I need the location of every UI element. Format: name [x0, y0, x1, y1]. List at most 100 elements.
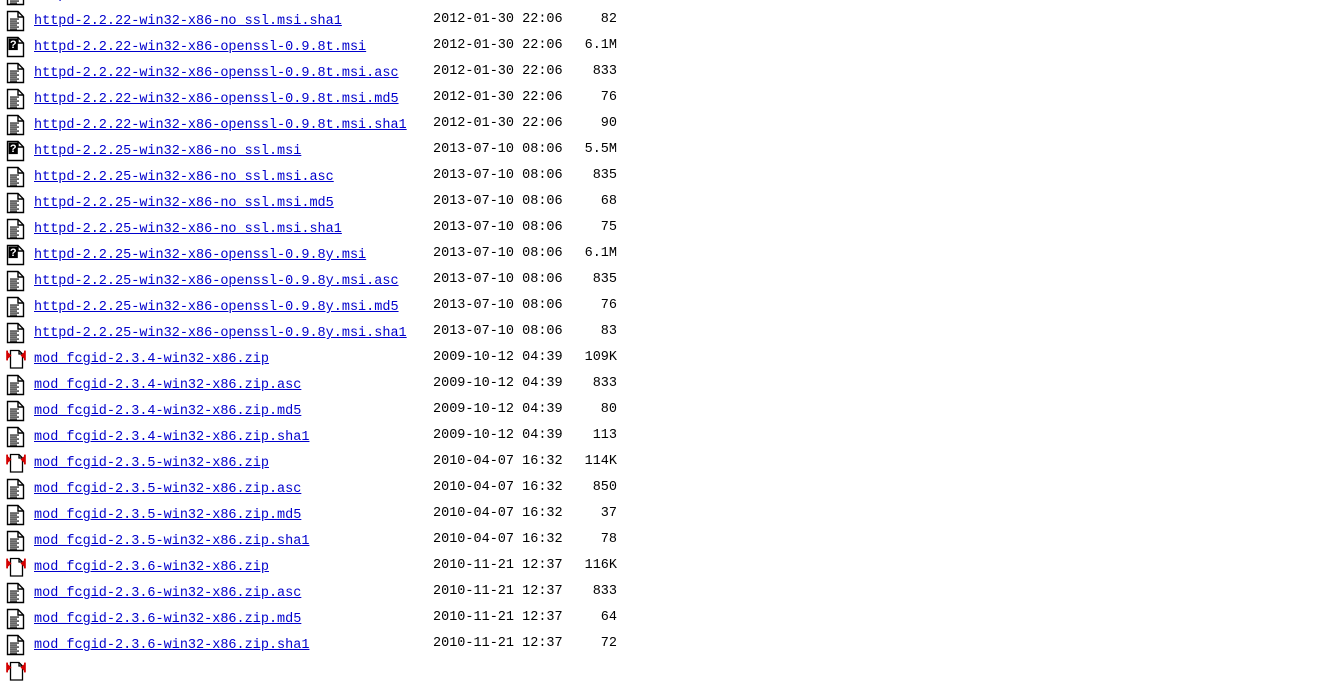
text-file-icon — [6, 192, 26, 214]
file-name-link[interactable]: mod_fcgid-2.3.5-win32-x86.zip.asc — [34, 482, 301, 497]
text-file-icon — [6, 374, 26, 396]
file-size-cell: 109K — [584, 350, 617, 365]
last-modified-cell: 2009-10-12 04:39 — [433, 350, 563, 365]
file-name-link[interactable]: mod_fcgid-2.3.4-win32-x86.zip — [34, 352, 269, 367]
last-modified-cell: 2010-11-21 12:37 — [433, 558, 563, 573]
file-size-cell: 835 — [592, 272, 617, 287]
file-name-link[interactable]: mod_fcgid-2.3.6-win32-x86.zip — [34, 560, 269, 575]
file-name-link[interactable]: httpd-2.2.25-win32-x86-openssl-0.9.8y.ms… — [34, 326, 407, 341]
file-name-link[interactable]: httpd-2.2.22-win32-x86-no_ssl.msi.sha1 — [34, 14, 342, 29]
text-file-icon — [6, 426, 26, 448]
file-size-cell: 114K — [584, 454, 617, 469]
text-file-icon — [6, 400, 26, 422]
compressed-archive-icon — [6, 452, 26, 474]
file-name-cell: mod_fcgid-2.3.5-win32-x86.zip.sha1 — [34, 527, 309, 553]
listing-row: mod_fcgid-2.3.4-win32-x86.zip.asc 2009-10… — [0, 371, 1343, 397]
file-size-cell: 72 — [600, 636, 617, 651]
file-size-cell: 833 — [592, 376, 617, 391]
file-name-link[interactable]: mod_fcgid-2.3.4-win32-x86.zip.asc — [34, 378, 301, 393]
listing-row: httpd-2.2.22-win32-x86-openssl-0.9.8t.ms… — [0, 85, 1343, 111]
file-name-cell: httpd-2.2.25-win32-x86-no_ssl.msi — [34, 137, 301, 163]
file-name-link[interactable]: mod_fcgid-2.3.5-win32-x86.zip.md5 — [34, 508, 301, 523]
file-name-link[interactable]: httpd-2.2.22-win32-x86-openssl-0.9.8t.ms… — [34, 66, 399, 81]
file-name-link[interactable]: httpd-2.2.25-win32-x86-no_ssl.msi.md5 — [34, 196, 334, 211]
listing-row: httpd-2.2.22-win32-x86-no_ssl.msi.md5 201… — [0, 0, 1343, 7]
file-name-cell: mod_fcgid-2.3.5-win32-x86.zip.md5 — [34, 501, 301, 527]
last-modified-cell: 2013-07-10 08:06 — [433, 142, 563, 157]
file-size-cell: 835 — [592, 168, 617, 183]
file-size-cell: 76 — [600, 90, 617, 105]
listing-row: mod_fcgid-2.3.4-win32-x86.zip 2009-10-12 … — [0, 345, 1343, 371]
file-size-cell: 850 — [592, 480, 617, 495]
file-name-link[interactable]: mod_fcgid-2.3.5-win32-x86.zip.sha1 — [34, 534, 309, 549]
listing-row: mod_fcgid-2.3.4-win32-x86.zip.md5 2009-10… — [0, 397, 1343, 423]
file-size-cell: 37 — [600, 506, 617, 521]
file-name-cell: httpd-2.2.25-win32-x86-openssl-0.9.8y.ms… — [34, 293, 399, 319]
compressed-archive-icon — [6, 348, 26, 370]
file-name-link[interactable]: httpd-2.2.25-win32-x86-openssl-0.9.8y.ms… — [34, 300, 399, 315]
svg-text:?: ? — [10, 39, 17, 51]
listing-row: ? httpd-2.2.22-win32-x86-openssl-0.9.8t.m… — [0, 33, 1343, 59]
file-name-cell: httpd-2.2.25-win32-x86-no_ssl.msi.sha1 — [34, 215, 342, 241]
listing-row: httpd-2.2.25-win32-x86-openssl-0.9.8y.ms… — [0, 267, 1343, 293]
file-name-cell: httpd-2.2.22-win32-x86-openssl-0.9.8t.ms… — [34, 59, 399, 85]
file-name-cell: httpd-2.2.22-win32-x86-no_ssl.msi.md5 — [34, 0, 334, 7]
file-name-cell: httpd-2.2.25-win32-x86-openssl-0.9.8y.ms… — [34, 241, 366, 267]
file-size-cell: 6.1M — [584, 246, 617, 261]
file-name-link[interactable]: mod_fcgid-2.3.6-win32-x86.zip.asc — [34, 586, 301, 601]
last-modified-cell: 2010-11-21 12:37 — [433, 636, 563, 651]
listing-row: httpd-2.2.22-win32-x86-no_ssl.msi.sha1 20… — [0, 7, 1343, 33]
file-name-link[interactable]: httpd-2.2.25-win32-x86-openssl-0.9.8y.ms… — [34, 248, 366, 263]
text-file-icon — [6, 296, 26, 318]
file-name-cell: mod_fcgid-2.3.6-win32-x86.zip.md5 — [34, 605, 301, 631]
text-file-icon — [6, 62, 26, 84]
last-modified-cell: 2012-01-30 22:06 — [433, 116, 563, 131]
file-size-cell: 833 — [592, 64, 617, 79]
listing-row: httpd-2.2.25-win32-x86-no_ssl.msi.md5 201… — [0, 189, 1343, 215]
file-name-cell: mod_fcgid-2.3.6-win32-x86.zip.sha1 — [34, 631, 309, 657]
text-file-icon — [6, 582, 26, 604]
file-name-link[interactable]: httpd-2.2.25-win32-x86-no_ssl.msi.asc — [34, 170, 334, 185]
unknown-file-icon: ? — [6, 140, 26, 162]
listing-row: ? httpd-2.2.25-win32-x86-openssl-0.9.8y.m… — [0, 241, 1343, 267]
file-name-link[interactable]: httpd-2.2.22-win32-x86-no_ssl.msi.md5 — [34, 0, 334, 3]
file-name-link[interactable]: httpd-2.2.22-win32-x86-openssl-0.9.8t.ms… — [34, 40, 366, 55]
file-name-link[interactable]: mod_fcgid-2.3.5-win32-x86.zip — [34, 456, 269, 471]
text-file-icon — [6, 0, 26, 6]
last-modified-cell: 2013-07-10 08:06 — [433, 168, 563, 183]
last-modified-cell: 2010-04-07 16:32 — [433, 480, 563, 495]
listing-row: httpd-2.2.25-win32-x86-no_ssl.msi.asc 201… — [0, 163, 1343, 189]
text-file-icon — [6, 634, 26, 656]
last-modified-cell: 2010-04-07 16:32 — [433, 532, 563, 547]
listing-row: mod_fcgid-2.3.5-win32-x86.zip.asc 2010-04… — [0, 475, 1343, 501]
file-name-link[interactable]: mod_fcgid-2.3.6-win32-x86.zip.sha1 — [34, 638, 309, 653]
file-name-cell: httpd-2.2.22-win32-x86-no_ssl.msi.sha1 — [34, 7, 342, 33]
directory-listing: httpd-2.2.22-win32-x86-no_ssl.msi.md5 201… — [0, 0, 1343, 683]
listing-row: httpd-2.2.22-win32-x86-openssl-0.9.8t.ms… — [0, 59, 1343, 85]
text-file-icon — [6, 270, 26, 292]
listing-row: mod_fcgid-2.3.6-win32-x86.zip.sha1 2010-1… — [0, 631, 1343, 657]
file-name-cell: mod_fcgid-2.3.4-win32-x86.zip.asc — [34, 371, 301, 397]
listing-row: mod_fcgid-2.3.6-win32-x86.zip 2010-11-21 … — [0, 553, 1343, 579]
listing-row: mod_fcgid-2.3.5-win32-x86.zip.md5 2010-04… — [0, 501, 1343, 527]
file-name-cell: httpd-2.2.22-win32-x86-openssl-0.9.8t.ms… — [34, 111, 407, 137]
text-file-icon — [6, 478, 26, 500]
file-name-link[interactable]: mod_fcgid-2.3.4-win32-x86.zip.md5 — [34, 404, 301, 419]
file-name-link[interactable]: mod_fcgid-2.3.6-win32-x86.zip.md5 — [34, 612, 301, 627]
file-name-link[interactable]: httpd-2.2.25-win32-x86-openssl-0.9.8y.ms… — [34, 274, 399, 289]
last-modified-cell: 2010-11-21 12:37 — [433, 610, 563, 625]
file-name-link[interactable]: httpd-2.2.25-win32-x86-no_ssl.msi — [34, 144, 301, 159]
file-name-link[interactable]: httpd-2.2.25-win32-x86-no_ssl.msi.sha1 — [34, 222, 342, 237]
file-name-link[interactable]: httpd-2.2.22-win32-x86-openssl-0.9.8t.ms… — [34, 92, 399, 107]
file-name-link[interactable]: mod_fcgid-2.3.4-win32-x86.zip.sha1 — [34, 430, 309, 445]
file-name-cell: mod_fcgid-2.3.4-win32-x86.zip.md5 — [34, 397, 301, 423]
last-modified-cell: 2012-01-30 22:06 — [433, 12, 563, 27]
listing-row: httpd-2.2.25-win32-x86-no_ssl.msi.sha1 20… — [0, 215, 1343, 241]
last-modified-cell: 2013-07-10 08:06 — [433, 220, 563, 235]
file-size-cell: 83 — [600, 324, 617, 339]
listing-row: mod_fcgid-2.3.6-win32-x86.zip.asc 2010-11… — [0, 579, 1343, 605]
file-name-link[interactable]: httpd-2.2.22-win32-x86-openssl-0.9.8t.ms… — [34, 118, 407, 133]
last-modified-cell: 2012-01-30 22:06 — [433, 90, 563, 105]
file-size-cell — [565, 657, 617, 683]
last-modified-cell: 2013-07-10 08:06 — [433, 272, 563, 287]
